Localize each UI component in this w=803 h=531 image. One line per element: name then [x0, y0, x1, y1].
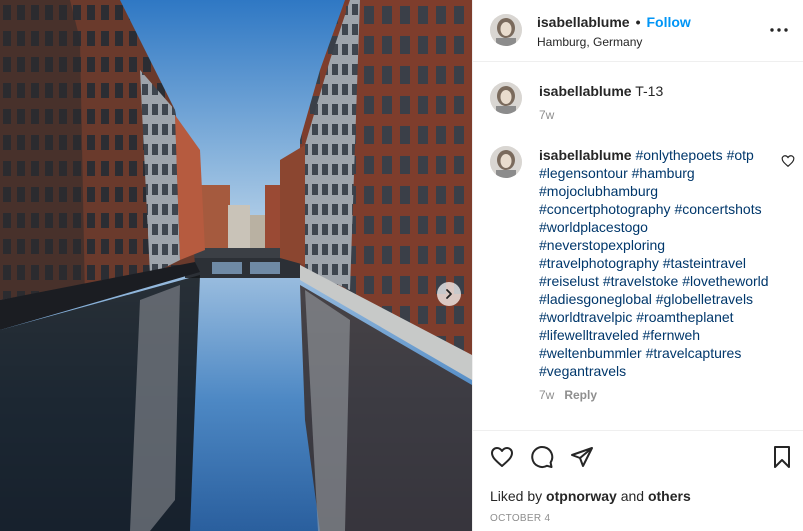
post-side-panel: isabellablume • Follow Hamburg, Germany is… [472, 0, 803, 531]
hashtag-link[interactable]: #concertphotography [539, 201, 671, 217]
hashtag-link[interactable]: #roamtheplanet [636, 309, 733, 325]
avatar[interactable] [490, 14, 522, 46]
hashtag-link[interactable]: #mojoclubhamburg [539, 183, 658, 199]
comment-icon [531, 446, 554, 468]
save-button[interactable] [770, 445, 794, 469]
hashtag-link[interactable]: #legensontour [539, 165, 628, 181]
header-username[interactable]: isabellablume [537, 14, 630, 30]
reply-button[interactable]: Reply [564, 388, 597, 402]
hashtag-link[interactable]: #neverstopexploring [539, 237, 665, 253]
share-button[interactable] [570, 445, 594, 469]
hashtag-link[interactable]: #lifewelltraveled [539, 327, 639, 343]
hashtag-list: #onlythepoets #otp #legensontour #hambur… [539, 147, 769, 379]
post-photo [0, 0, 472, 531]
comment-meta: 7w [539, 106, 771, 124]
hashtag-link[interactable]: #fernweh [643, 327, 701, 343]
comment-username[interactable]: isabellablume [539, 147, 632, 163]
liked-by-user[interactable]: otpnorway [546, 488, 617, 504]
comment-username[interactable]: isabellablume [539, 83, 632, 99]
bookmark-icon [774, 446, 790, 468]
liked-by-and: and [620, 488, 645, 504]
header-separator: • [635, 14, 641, 30]
post-header: isabellablume • Follow Hamburg, Germany [473, 0, 803, 62]
next-photo-button[interactable] [437, 282, 461, 306]
heart-icon [781, 155, 795, 168]
avatar[interactable] [490, 146, 522, 178]
comment-body: isabellablume T-13 7w [539, 82, 771, 124]
header-user-line: isabellablume • Follow [537, 14, 691, 30]
post-date[interactable]: OCTOBER 4 [490, 513, 550, 524]
more-options-button[interactable] [769, 20, 789, 40]
comment-button[interactable] [530, 445, 554, 469]
hashtag-link[interactable]: #travelcaptures [646, 345, 742, 361]
comment-time[interactable]: 7w [539, 388, 554, 402]
comment-meta: 7w Reply [539, 386, 771, 404]
avatar-image [490, 146, 522, 178]
hashtag-link[interactable]: #worldplacestogo [539, 219, 648, 235]
hashtag-link[interactable]: #onlythepoets [635, 147, 722, 163]
heart-icon [491, 447, 513, 467]
like-button[interactable] [490, 445, 514, 469]
hashtag-link[interactable]: #worldtravelpic [539, 309, 632, 325]
hashtag-link[interactable]: #travelphotography [539, 255, 659, 271]
avatar-image [490, 14, 522, 46]
hashtag-link[interactable]: #hamburg [632, 165, 695, 181]
chevron-right-icon [446, 289, 452, 299]
comment-text: T-13 [635, 83, 664, 99]
hashtag-link[interactable]: #concertshots [674, 201, 761, 217]
liked-by-others[interactable]: others [648, 488, 691, 504]
hashtag-link[interactable]: #vegantravels [539, 363, 626, 379]
hashtag-link[interactable]: #tasteintravel [663, 255, 746, 271]
share-icon [571, 447, 593, 467]
hashtag-link[interactable]: #lovetheworld [682, 273, 768, 289]
liked-by-prefix: Liked by [490, 488, 543, 504]
likes-summary: Liked by otpnorway and others [490, 488, 691, 504]
hashtag-link[interactable]: #reiselust [539, 273, 599, 289]
comment-body: isabellablume #onlythepoets #otp #legens… [539, 146, 771, 404]
comment-time[interactable]: 7w [539, 108, 554, 122]
like-comment-button[interactable] [781, 154, 795, 168]
post-actions: Liked by otpnorway and others OCTOBER 4 [473, 430, 803, 531]
hashtag-link[interactable]: #otp [727, 147, 754, 163]
hashtag-link[interactable]: #travelstoke [603, 273, 678, 289]
canal-photo [0, 0, 472, 531]
hashtag-link[interactable]: #globelletravels [656, 291, 753, 307]
more-horizontal-icon [770, 28, 788, 32]
hashtag-link[interactable]: #ladiesgoneglobal [539, 291, 652, 307]
avatar[interactable] [490, 82, 522, 114]
location-link[interactable]: Hamburg, Germany [537, 35, 642, 49]
hashtag-link[interactable]: #weltenbummler [539, 345, 642, 361]
follow-button[interactable]: Follow [647, 14, 691, 30]
avatar-image [490, 82, 522, 114]
